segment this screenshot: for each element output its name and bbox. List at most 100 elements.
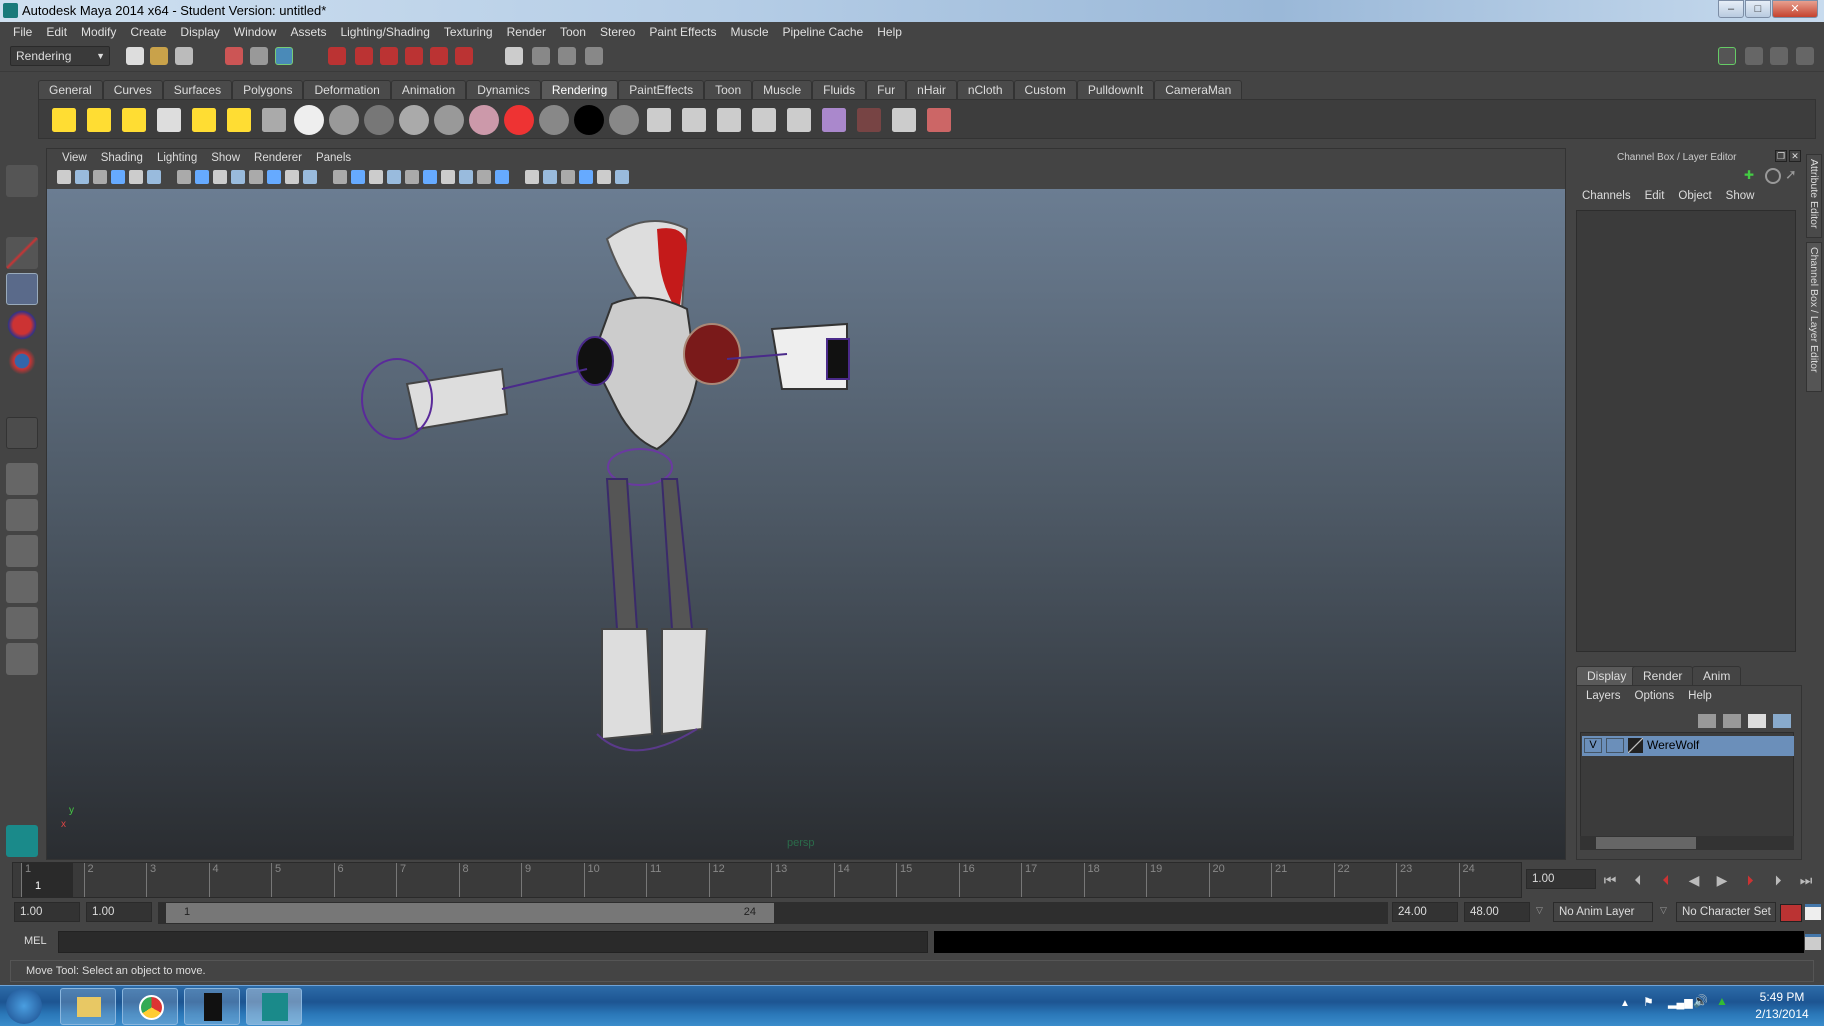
menu-set-dropdown[interactable]: Rendering ▼ — [10, 46, 110, 66]
shelf-item-icon[interactable] — [329, 105, 359, 135]
layer-horizontal-scrollbar[interactable] — [1580, 836, 1794, 850]
menu-file[interactable]: File — [6, 22, 39, 42]
hypershade-icon[interactable] — [822, 108, 846, 132]
menu-display[interactable]: Display — [173, 22, 226, 42]
point-light-icon[interactable] — [122, 108, 146, 132]
ipr-render-icon[interactable] — [717, 108, 741, 132]
perspective-view[interactable]: y x persp — [47, 189, 1565, 859]
menu-help[interactable]: Help — [870, 22, 909, 42]
shelf-tab-animation[interactable]: Animation — [390, 80, 467, 99]
viewport-tool-icon[interactable] — [213, 170, 227, 184]
viewport-tool-icon[interactable] — [459, 170, 473, 184]
viewport-tool-icon[interactable] — [147, 170, 161, 184]
show-hidden-icons[interactable]: ▲ — [1620, 998, 1630, 1009]
close-button[interactable]: ✕ — [1772, 0, 1818, 18]
viewport-tool-icon[interactable] — [597, 170, 611, 184]
select-object-icon[interactable] — [250, 47, 268, 65]
layer-tab-render[interactable]: Render — [1632, 666, 1694, 685]
render-frame-icon[interactable] — [532, 47, 550, 65]
minimize-button[interactable]: – — [1718, 0, 1744, 18]
animation-preferences-icon[interactable] — [1805, 904, 1821, 920]
menu-muscle[interactable]: Muscle — [724, 22, 776, 42]
layer-name[interactable]: WereWolf — [1647, 738, 1699, 752]
rotate-tool-icon[interactable] — [6, 309, 38, 341]
channel-menu-channels[interactable]: Channels — [1582, 190, 1631, 202]
shelf-tab-custom[interactable]: Custom — [1013, 80, 1077, 99]
lambert-icon[interactable] — [294, 105, 324, 135]
viewport-tool-icon[interactable] — [57, 170, 71, 184]
layer-visibility-toggle[interactable]: V — [1584, 738, 1602, 753]
new-layer-selected-icon[interactable] — [1773, 714, 1791, 728]
viewport-tool-icon[interactable] — [249, 170, 263, 184]
close-panel-icon[interactable]: ✕ — [1789, 150, 1801, 162]
volume-icon[interactable]: 🔊 — [1693, 994, 1708, 1008]
menu-window[interactable]: Window — [227, 22, 284, 42]
go-to-end-icon[interactable]: ⏭ — [1796, 872, 1816, 888]
clock-time[interactable]: 5:49 PM — [1752, 990, 1812, 1004]
select-tool-icon[interactable] — [6, 165, 38, 197]
open-scene-icon[interactable] — [150, 47, 168, 65]
anim-layer-dropdown[interactable]: No Anim Layer — [1553, 902, 1653, 922]
render-layer-icon[interactable] — [857, 108, 881, 132]
menu-assets[interactable]: Assets — [283, 22, 333, 42]
taskbar-maya-icon[interactable] — [246, 988, 302, 1025]
blinn-icon[interactable] — [364, 105, 394, 135]
shelf-tab-painteffects[interactable]: PaintEffects — [618, 80, 705, 99]
menu-pipeline-cache[interactable]: Pipeline Cache — [776, 22, 871, 42]
shelf-tab-deformation[interactable]: Deformation — [303, 80, 391, 99]
shelf-item-icon[interactable] — [647, 108, 671, 132]
snap-point-icon[interactable] — [380, 47, 398, 65]
viewport-tool-icon[interactable] — [579, 170, 593, 184]
viewport-tool-icon[interactable] — [387, 170, 401, 184]
command-input[interactable] — [58, 931, 928, 953]
shelf-tab-pulldownit[interactable]: PulldownIt — [1076, 80, 1155, 99]
robot-model[interactable] — [47, 189, 1565, 859]
viewport-tool-icon[interactable] — [369, 170, 383, 184]
current-time-field[interactable]: 1.00 — [1526, 869, 1596, 889]
channel-menu-object[interactable]: Object — [1678, 190, 1711, 202]
viewport-tool-icon[interactable] — [129, 170, 143, 184]
tab-channel-box-layer-editor[interactable]: Channel Box / Layer Editor — [1806, 242, 1822, 392]
lasso-tool-icon[interactable] — [6, 201, 38, 233]
save-scene-icon[interactable] — [175, 47, 193, 65]
viewport-tool-icon[interactable] — [285, 170, 299, 184]
go-to-start-icon[interactable]: ⏮ — [1600, 872, 1620, 888]
area-light-icon[interactable] — [192, 108, 216, 132]
clock-date[interactable]: 2/13/2014 — [1745, 1007, 1819, 1021]
viewport-tool-icon[interactable] — [93, 170, 107, 184]
channel-list[interactable] — [1576, 210, 1796, 652]
show-modeling-toolkit-icon[interactable] — [1718, 47, 1736, 65]
shelf-tab-fluids[interactable]: Fluids — [812, 80, 867, 99]
scale-tool-icon[interactable] — [6, 345, 38, 377]
show-channel-box-icon[interactable] — [1796, 47, 1814, 65]
shelf-item-icon[interactable] — [262, 108, 286, 132]
phong-e-icon[interactable] — [434, 105, 464, 135]
scrollbar-thumb[interactable] — [1596, 837, 1696, 849]
render-settings-icon[interactable] — [585, 47, 603, 65]
shelf-tab-polygons[interactable]: Polygons — [232, 80, 304, 99]
command-language-label[interactable]: MEL — [24, 935, 47, 947]
range-slider-bar[interactable]: 1 24 — [166, 903, 774, 923]
ambient-light-icon[interactable] — [87, 108, 111, 132]
layer-row[interactable]: V WereWolf — [1582, 736, 1794, 756]
menu-stereo[interactable]: Stereo — [593, 22, 642, 42]
spot-light-icon[interactable] — [157, 108, 181, 132]
action-center-icon[interactable]: ⚑ — [1643, 995, 1654, 1009]
viewport-menu-shading[interactable]: Shading — [94, 149, 150, 167]
shelf-tab-fur[interactable]: Fur — [866, 80, 907, 99]
select-component-icon[interactable] — [275, 47, 293, 65]
script-editor-icon[interactable] — [1805, 934, 1821, 950]
auto-key-icon[interactable] — [1780, 904, 1802, 922]
snap-grid-icon[interactable] — [328, 47, 346, 65]
new-scene-icon[interactable] — [126, 47, 144, 65]
persp-graph-outliner-layout-icon[interactable] — [6, 643, 38, 675]
menu-toon[interactable]: Toon — [553, 22, 593, 42]
viewport-tool-icon[interactable] — [75, 170, 89, 184]
viewport-tool-icon[interactable] — [303, 170, 317, 184]
menu-render[interactable]: Render — [500, 22, 553, 42]
viewport-tool-icon[interactable] — [267, 170, 281, 184]
move-layer-down-icon[interactable] — [1723, 714, 1741, 728]
viewport-menu-renderer[interactable]: Renderer — [247, 149, 309, 167]
shelf-tab-nhair[interactable]: nHair — [906, 80, 957, 99]
viewport-menu-panels[interactable]: Panels — [309, 149, 358, 167]
